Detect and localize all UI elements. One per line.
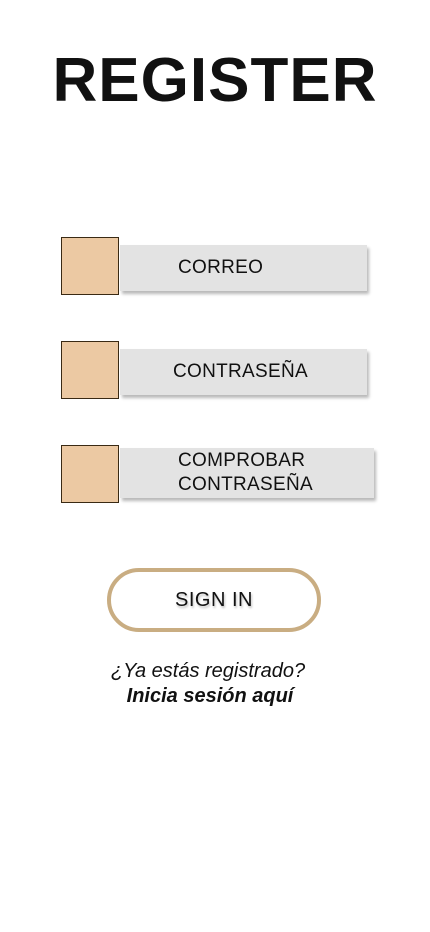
sign-in-button[interactable]: SIGN IN — [107, 568, 321, 632]
password-input[interactable]: CONTRASEÑA — [120, 349, 367, 395]
login-prompt: ¿Ya estás registrado? Inicia sesión aquí — [0, 659, 430, 709]
password-square-icon — [61, 341, 119, 399]
page-title: REGISTER — [52, 46, 378, 115]
email-input[interactable]: CORREO — [120, 245, 367, 291]
email-square-icon — [61, 237, 119, 295]
confirm-password-square-icon — [61, 445, 119, 503]
already-registered-text: ¿Ya estás registrado? — [110, 660, 306, 682]
login-link[interactable]: Inicia sesión aquí — [0, 684, 430, 709]
confirm-password-input[interactable]: COMPROBAR CONTRASEÑA — [120, 448, 374, 498]
